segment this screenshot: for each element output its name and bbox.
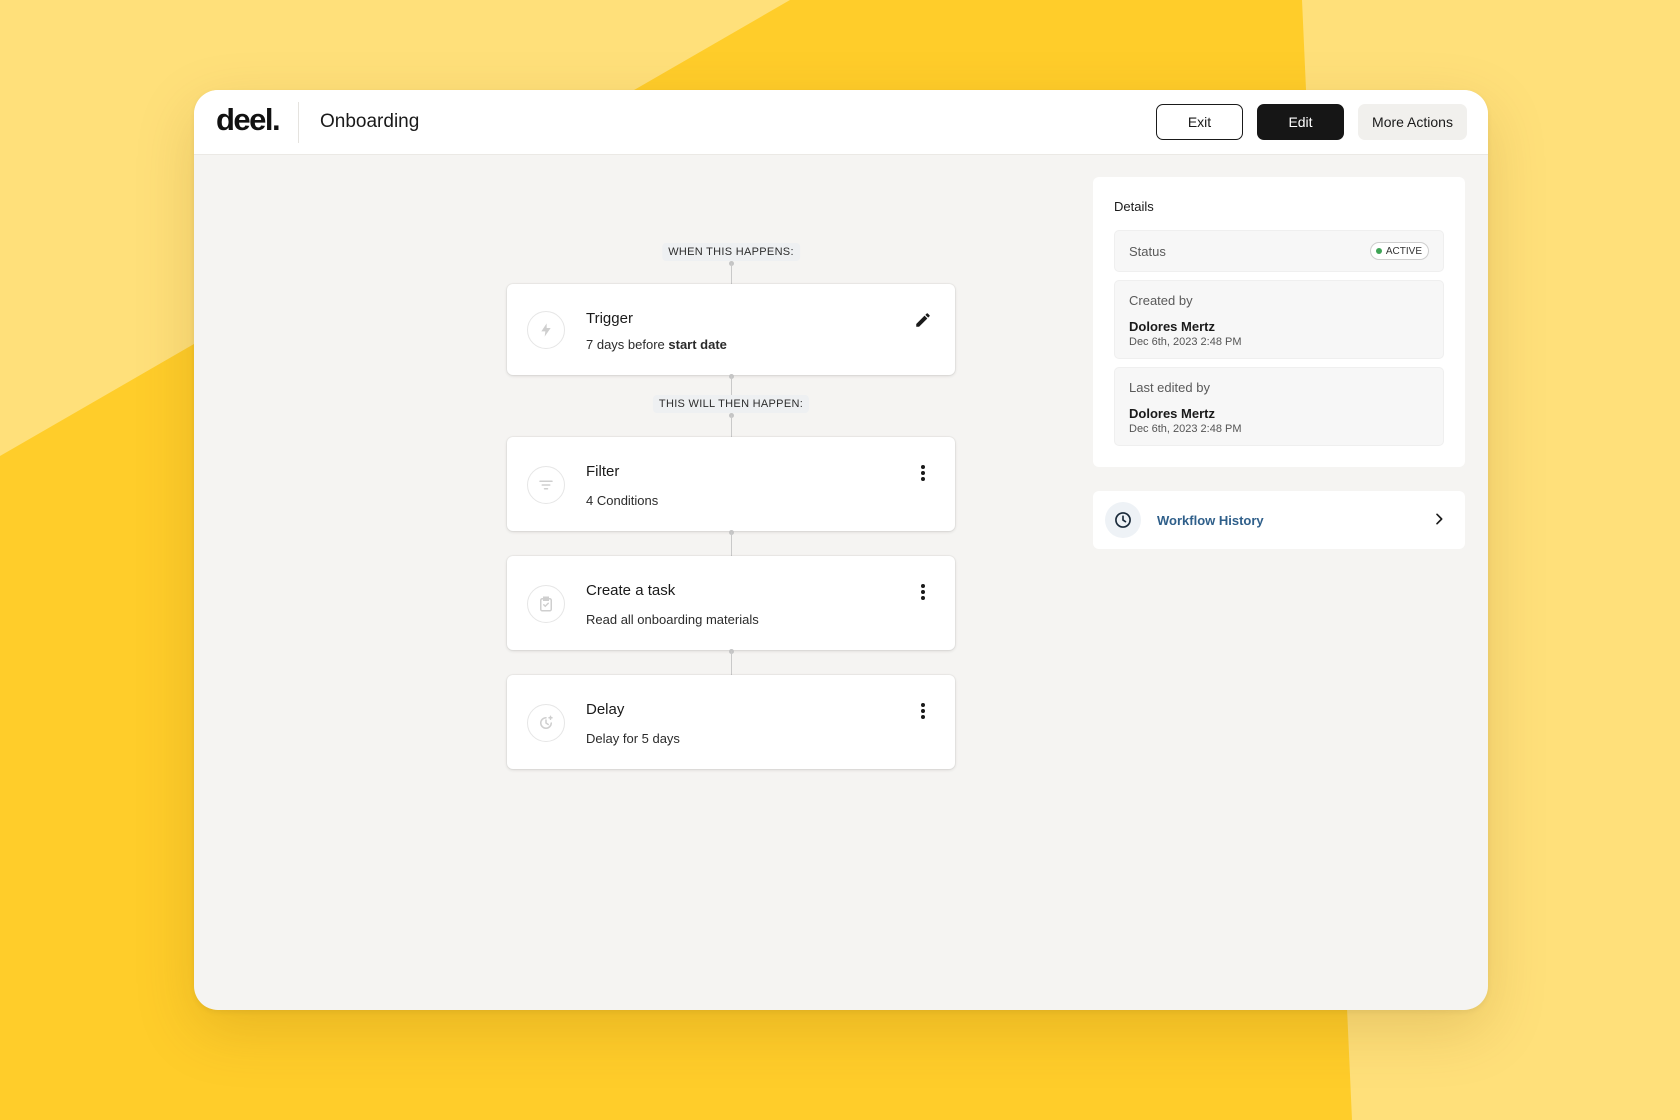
connector-line (731, 415, 732, 437)
pencil-icon[interactable] (913, 310, 933, 330)
status-label: Status (1129, 244, 1166, 259)
task-check-icon (527, 585, 565, 623)
trigger-title: Trigger (586, 310, 633, 327)
created-by-name: Dolores Mertz (1129, 319, 1215, 334)
created-date: Dec 6th, 2023 2:48 PM (1129, 336, 1242, 348)
connector-line (731, 532, 732, 556)
filter-title: Filter (586, 463, 620, 480)
kebab-icon[interactable] (913, 701, 933, 721)
workflow-history-link[interactable]: Workflow History (1093, 491, 1465, 549)
page-title: Onboarding (320, 111, 420, 132)
this-will-then-happen-label: THIS WILL THEN HAPPEN: (652, 395, 810, 413)
kebab-icon[interactable] (913, 582, 933, 602)
last-edited-name: Dolores Mertz (1129, 406, 1215, 421)
details-title: Details (1114, 199, 1154, 214)
when-this-happens-label: WHEN THIS HAPPENS: (662, 243, 800, 261)
create-task-description: Read all onboarding materials (586, 612, 759, 627)
exit-button[interactable]: Exit (1156, 104, 1243, 140)
top-header: deel. Onboarding Exit Edit More Actions (194, 90, 1488, 155)
create-task-step-card[interactable]: Create a task Read all onboarding materi… (507, 556, 955, 650)
connector-line (731, 376, 732, 395)
filter-description: 4 Conditions (586, 493, 659, 508)
last-edited-box: Last edited by Dolores Mertz Dec 6th, 20… (1114, 367, 1444, 446)
create-task-title: Create a task (586, 582, 676, 599)
workflow-history-label: Workflow History (1157, 513, 1264, 528)
header-divider (298, 102, 299, 143)
trigger-description-text: 7 days before (586, 337, 669, 352)
delay-step-card[interactable]: Delay Delay for 5 days (507, 675, 955, 769)
details-panel: Details Status ACTIVE Created by Dolores… (1093, 177, 1465, 467)
status-value: ACTIVE (1385, 245, 1422, 257)
delay-title: Delay (586, 701, 625, 718)
last-edited-label: Last edited by (1129, 380, 1210, 395)
kebab-icon[interactable] (913, 463, 933, 483)
connector-line (731, 263, 732, 284)
created-by-box: Created by Dolores Mertz Dec 6th, 2023 2… (1114, 280, 1444, 359)
edit-button[interactable]: Edit (1257, 104, 1344, 140)
filter-step-card[interactable]: Filter 4 Conditions (507, 437, 955, 531)
delay-description: Delay for 5 days (586, 731, 680, 746)
deel-logo[interactable]: deel. (216, 102, 281, 138)
more-actions-button[interactable]: More Actions (1358, 104, 1467, 140)
chevron-right-icon (1431, 511, 1447, 532)
status-badge: ACTIVE (1369, 242, 1429, 260)
status-dot (1375, 248, 1382, 254)
lightning-icon (527, 311, 565, 349)
trigger-card[interactable]: Trigger 7 days before start date (507, 284, 955, 375)
clock-icon (1105, 502, 1141, 538)
connector-line (731, 651, 732, 675)
app-window: deel. Onboarding Exit Edit More Actions … (194, 90, 1488, 1010)
trigger-description: 7 days before start date (586, 337, 727, 352)
last-edited-date: Dec 6th, 2023 2:48 PM (1129, 423, 1242, 435)
filter-icon (527, 466, 565, 504)
status-row: Status ACTIVE (1114, 230, 1444, 272)
trigger-description-bold: start date (668, 337, 727, 352)
delay-clock-icon (527, 704, 565, 742)
created-by-label: Created by (1129, 293, 1193, 308)
